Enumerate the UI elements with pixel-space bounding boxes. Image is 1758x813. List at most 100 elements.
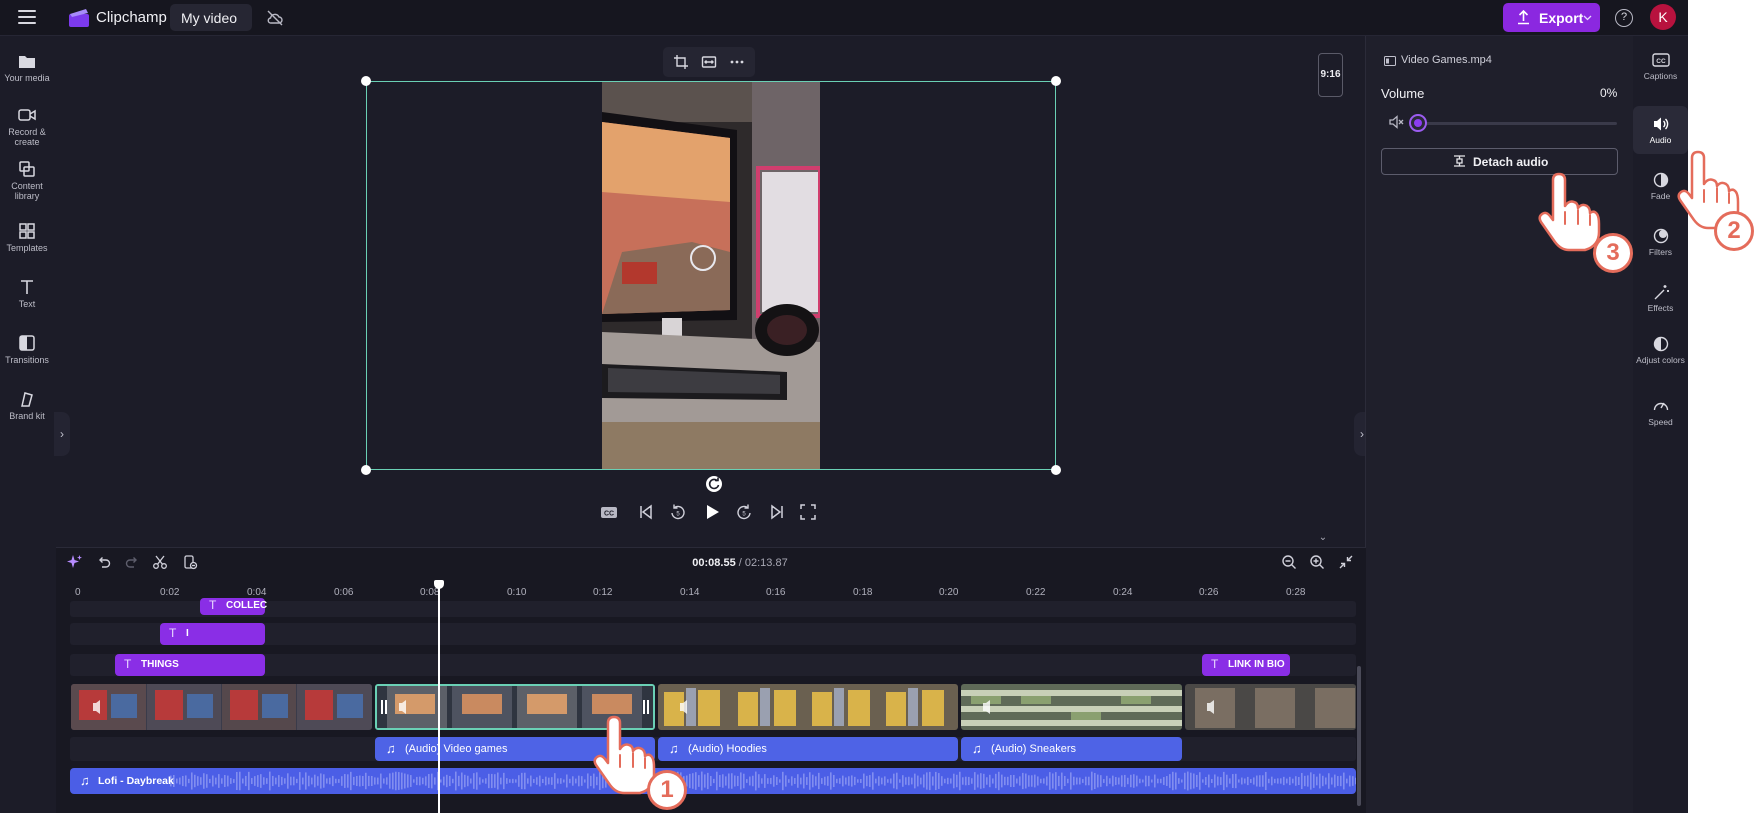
tab-audio[interactable]: Audio [1633,106,1688,154]
play-icon[interactable] [703,503,721,521]
upload-icon [1518,9,1529,25]
waveform-bar [377,777,379,785]
tab-captions[interactable]: CC Captions [1633,52,1688,92]
waveform-bar [1250,779,1252,783]
detach-audio-label: Detach audio [1473,155,1549,169]
menu-icon[interactable] [18,10,36,26]
waveform-bar [1127,777,1129,785]
resize-handle-bottom-right[interactable] [1051,465,1061,475]
ai-sparkle-icon[interactable] [67,554,83,570]
rewind-5-icon[interactable]: 5 [669,503,687,521]
fit-icon[interactable] [701,54,717,70]
resize-handle-top-right[interactable] [1051,76,1061,86]
avatar[interactable]: K [1650,4,1676,30]
tab-speed[interactable]: Speed [1633,398,1688,438]
music-track-clip[interactable]: ♫ Lofi - Daybreak [70,768,1356,794]
collapse-timeline-chevron-icon[interactable]: ⌄ [1312,532,1334,546]
tab-effects[interactable]: Effects [1633,284,1688,324]
waveform-bar [362,775,364,787]
project-name-field[interactable]: My video [170,4,252,31]
skip-back-icon[interactable] [637,503,655,521]
sidebar-item-transitions[interactable]: Transitions [0,334,54,365]
audio-clip-label: (Audio) Video games [405,743,508,755]
aspect-ratio-button[interactable]: 9:16 [1318,53,1343,97]
audio-clip[interactable]: ♫ (Audio) Sneakers [961,737,1182,761]
waveform-bar [209,778,211,784]
detach-icon [1454,155,1465,167]
zoom-out-icon[interactable] [1281,554,1297,570]
waveform-bar [212,775,214,787]
waveform-bar [563,779,565,783]
redo-icon[interactable] [124,554,140,570]
waveform-bar [962,777,964,785]
captions-toggle-icon[interactable]: CC [600,503,618,521]
waveform-bar [317,776,319,786]
delete-clip-icon[interactable] [182,554,198,570]
crop-icon[interactable] [673,54,689,70]
cloud-off-icon[interactable] [266,9,284,27]
sidebar-item-templates[interactable]: Templates [0,222,54,253]
waveform-bar [1211,778,1213,784]
sidebar-item-your-media[interactable]: Your media [0,52,54,83]
volume-slider-thumb[interactable] [1409,114,1427,132]
fit-timeline-icon[interactable] [1338,554,1354,570]
video-clip[interactable] [1185,684,1356,730]
waveform-bar [1268,778,1270,784]
text-clip[interactable]: T LINK IN BIO [1202,654,1290,676]
video-clip[interactable] [71,684,372,730]
text-clip[interactable]: T THINGS [115,654,265,676]
waveform-bar [1238,779,1240,783]
tab-filters[interactable]: Filters [1633,228,1688,268]
volume-slider-track[interactable] [1412,122,1617,125]
waveform-bar [485,778,487,784]
waveform-bar [1142,779,1144,783]
svg-text:5: 5 [676,512,680,518]
waveform-bar [1223,771,1225,791]
waveform-bar [869,775,871,787]
sidebar-item-content-library[interactable]: Content library [0,160,54,201]
waveform-bar [1325,777,1327,785]
text-clip[interactable]: T COLLEC [200,598,267,615]
zoom-in-icon[interactable] [1309,554,1325,570]
help-icon[interactable]: ? [1615,9,1633,27]
waveform-bar [710,775,712,787]
video-clip[interactable] [658,684,958,730]
undo-icon[interactable] [96,554,112,570]
export-button[interactable]: Export [1503,3,1600,32]
text-clip[interactable]: T I [160,623,265,645]
rotate-handle[interactable] [706,476,722,492]
waveform-bar [560,778,562,784]
playhead[interactable] [438,581,440,813]
video-clip[interactable] [961,684,1182,730]
sidebar-item-text[interactable]: Text [0,278,54,309]
mute-icon[interactable] [1388,114,1404,130]
waveform-bar [569,778,571,784]
waveform-bar [1319,773,1321,789]
waveform-bar [980,773,982,789]
audio-clip[interactable]: ♫ (Audio) Hoodies [658,737,958,761]
resize-handle-top-left[interactable] [361,76,371,86]
sidebar-item-brand-kit[interactable]: Brand kit [0,390,54,421]
waveform-bar [497,772,499,790]
timeline-scrollbar[interactable] [1357,666,1361,806]
waveform-bar [1115,777,1117,785]
forward-5-icon[interactable]: 5 [735,503,753,521]
fullscreen-icon[interactable] [799,503,817,521]
resize-handle-bottom-left[interactable] [361,465,371,475]
tab-adjust-colors[interactable]: Adjust colors [1633,336,1688,384]
step-badge-2: 2 [1714,211,1754,251]
more-options-icon[interactable] [729,54,745,70]
waveform-bar [728,773,730,789]
waveform-bar [992,778,994,784]
waveform-bar [803,773,805,789]
waveform-bar [1292,778,1294,784]
detach-audio-button[interactable]: Detach audio [1381,148,1618,175]
tab-label: Captions [1643,71,1678,81]
hand-pointer-icon [1538,172,1601,252]
expand-left-panel-button[interactable]: › [54,412,70,456]
tab-label: Filters [1648,247,1673,257]
split-scissors-icon[interactable] [152,554,168,570]
skip-forward-icon[interactable] [768,503,786,521]
sidebar-item-record-create[interactable]: Record & create [0,106,54,147]
waveform-bar [737,775,739,787]
